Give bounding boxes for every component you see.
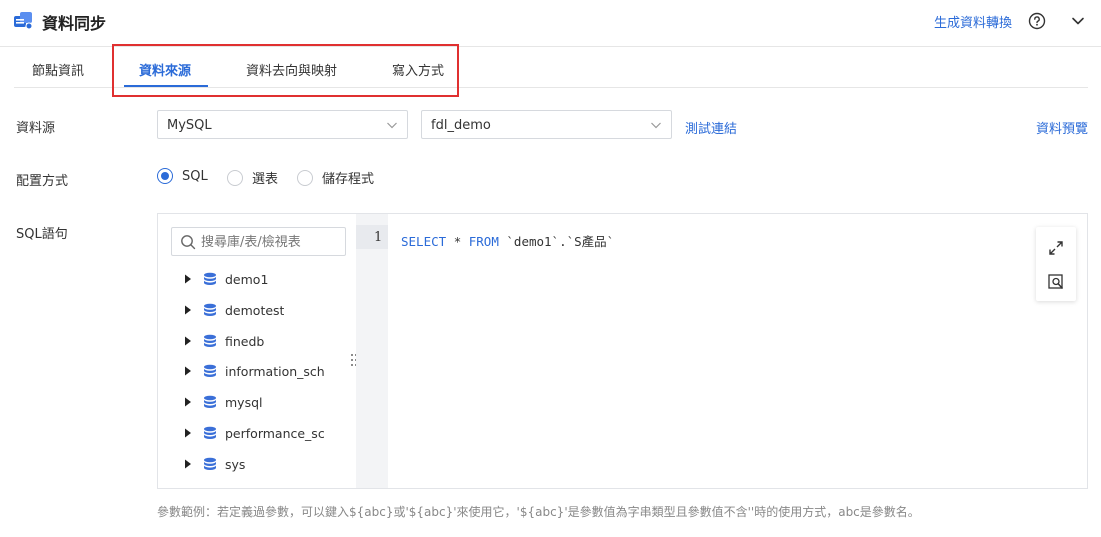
sql-code-editor[interactable]: SELECT * FROM `demo1`.`S產品` (401, 231, 614, 250)
page-title: 資料同步 (42, 14, 107, 33)
sql-statement-label: SQL語句 (16, 227, 68, 242)
db-tree-pane: demo1 demotest finedb information_schema… (158, 214, 356, 488)
source-label: 資料源 (16, 121, 56, 136)
test-connection-link[interactable]: 測試連結 (685, 118, 737, 137)
caret-right-icon[interactable] (184, 305, 192, 315)
config-mode-label: 配置方式 (16, 174, 69, 189)
database-icon (204, 303, 216, 316)
search-icon (181, 235, 196, 250)
caret-right-icon[interactable] (184, 459, 192, 469)
header-bar: 資料同步 生成資料轉換 (0, 0, 1101, 47)
generate-transform-link[interactable]: 生成資料轉換 (934, 12, 1012, 31)
code-keyword: FROM (468, 234, 499, 249)
database-icon (204, 364, 216, 377)
radio-select-table[interactable]: 選表 (227, 168, 278, 187)
tree-item-performance-schema[interactable]: performance_schema (184, 423, 325, 443)
database-icon (204, 395, 216, 408)
tabs-highlight-box (112, 44, 459, 97)
source-type-select[interactable]: MySQL (157, 110, 408, 139)
tree-item-sys[interactable]: sys (184, 454, 245, 474)
tree-item-mysql[interactable]: mysql (184, 392, 263, 412)
radio-stored-procedure[interactable]: 儲存程式 (297, 168, 374, 187)
tab-node-info[interactable]: 節點資訊 (32, 60, 84, 79)
tree-item-label: performance_schema (225, 425, 325, 441)
chevron-down-icon (387, 122, 397, 129)
caret-right-icon[interactable] (184, 336, 192, 346)
tree-item-label: sys (225, 456, 246, 472)
tree-item-label: demotest (225, 302, 285, 318)
active-line-highlight (356, 225, 388, 249)
radio-unchecked-icon (227, 169, 243, 186)
radio-label: 儲存程式 (322, 172, 375, 187)
caret-right-icon[interactable] (184, 428, 192, 438)
radio-unchecked-icon (297, 169, 313, 186)
tree-item-label: information_schema (225, 363, 325, 379)
sql-panel: demo1 demotest finedb information_schema… (157, 213, 1088, 489)
expand-icon[interactable] (1047, 239, 1065, 257)
line-number: 1 (374, 230, 383, 245)
parameter-hint-text: 參數範例：若定義過參數，可以鍵入${abc}或'${abc}'來使用它，'${a… (157, 505, 920, 519)
tree-search-input[interactable] (201, 233, 341, 251)
editor-toolbar (1036, 227, 1076, 301)
tree-item-demo1[interactable]: demo1 (184, 269, 268, 289)
caret-right-icon[interactable] (184, 397, 192, 407)
database-icon (204, 334, 216, 347)
tree-item-label: finedb (225, 333, 265, 349)
caret-right-icon[interactable] (184, 274, 192, 284)
connection-select[interactable]: fdl_demo (421, 110, 672, 139)
data-sync-logo-icon (14, 12, 33, 30)
tree-item-demotest[interactable]: demotest (184, 300, 284, 320)
source-type-value: MySQL (167, 118, 212, 133)
caret-right-icon[interactable] (184, 366, 192, 376)
code-token: * (453, 234, 462, 249)
connection-value: fdl_demo (431, 118, 491, 133)
radio-checked-icon (157, 168, 173, 184)
code-keyword: SELECT (401, 234, 447, 249)
radio-sql[interactable]: SQL (157, 168, 208, 184)
tree-item-label: demo1 (225, 271, 269, 287)
chevron-down-icon (651, 122, 661, 129)
tree-item-label: mysql (225, 394, 263, 410)
database-icon (204, 426, 216, 439)
chevron-down-icon[interactable] (1069, 12, 1087, 30)
database-icon (204, 272, 216, 285)
database-icon (204, 457, 216, 470)
radio-label: 選表 (252, 172, 279, 187)
help-icon[interactable] (1028, 12, 1046, 30)
tree-search-box[interactable] (171, 227, 346, 256)
editor-gutter: 1 (356, 214, 388, 488)
code-token: `demo1`.`S產品` (506, 234, 615, 249)
data-preview-link[interactable]: 資料預覽 (1036, 118, 1088, 137)
radio-label: SQL (182, 168, 208, 184)
tree-item-finedb[interactable]: finedb (184, 331, 264, 351)
tree-item-information-schema[interactable]: information_schema (184, 361, 325, 381)
format-search-icon[interactable] (1047, 273, 1065, 291)
